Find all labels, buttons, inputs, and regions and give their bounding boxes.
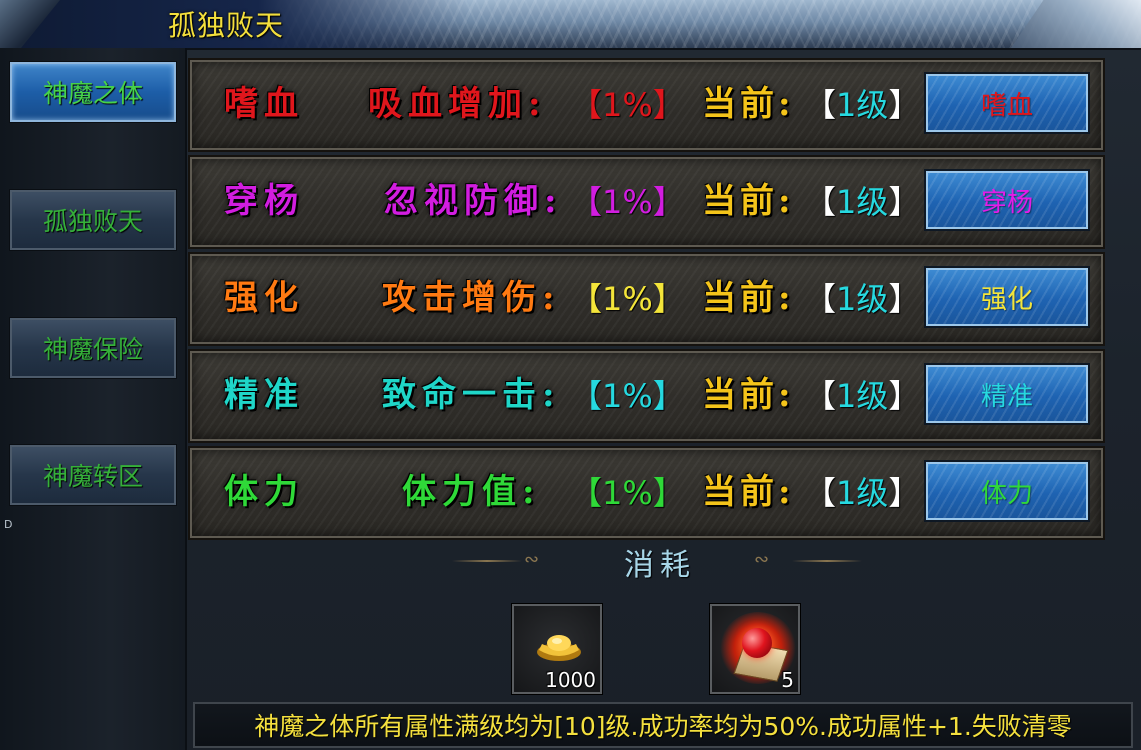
upgrade-button-tili[interactable]: 体力 [924, 460, 1090, 522]
skill-name: 体力 [224, 472, 304, 512]
window-title: 孤独败天 [168, 9, 285, 42]
swirl-ornament-right-icon: ∾ [754, 549, 770, 570]
skill-row-tili: 体力 体力值: 【1%】 当前: 【1级】 体力 [188, 446, 1105, 540]
item-count: 5 [781, 668, 794, 692]
skill-attribute: 攻击增伤: [382, 278, 561, 318]
skill-attribute: 致命一击: [382, 375, 561, 415]
current-level-label: 当前: [702, 84, 795, 124]
current-level-value: 【1级】 [804, 80, 920, 126]
cost-title: 消耗 [624, 548, 696, 583]
bracket-open: 【 [804, 377, 837, 415]
current-level-value: 【1级】 [804, 274, 920, 320]
title-banner: 孤独败天 [0, 0, 1141, 50]
level-number: 1级 [836, 377, 889, 415]
current-level-value: 【1级】 [804, 371, 920, 417]
skill-row-chuanyang: 穿杨 忽视防御: 【1%】 当前: 【1级】 穿杨 [188, 155, 1105, 249]
sidebar-tab-shenmo-body[interactable]: 神魔之体 [9, 61, 177, 123]
skill-name: 嗜血 [224, 84, 304, 124]
current-level-value: 【1级】 [804, 177, 920, 223]
skill-row-shixue: 嗜血 吸血增加: 【1%】 当前: 【1级】 嗜血 [188, 58, 1105, 152]
divider-right [792, 560, 862, 562]
skill-attribute: 吸血增加: [368, 84, 547, 124]
level-number: 1级 [836, 474, 889, 512]
side-marker: D [4, 518, 13, 531]
bracket-close: 】 [888, 280, 921, 318]
skill-row-jingzhun: 精准 致命一击: 【1%】 当前: 【1级】 精准 [188, 349, 1105, 443]
bracket-open: 【 [804, 474, 837, 512]
current-level-label: 当前: [702, 278, 795, 318]
bracket-close: 】 [888, 377, 921, 415]
gold-ingot-icon [537, 635, 581, 661]
level-number: 1级 [836, 280, 889, 318]
banner-ornament-right [1011, 0, 1141, 48]
skill-attribute: 忽视防御: [384, 181, 563, 221]
upgrade-button-chuanyang[interactable]: 穿杨 [924, 169, 1090, 231]
bracket-open: 【 [804, 86, 837, 124]
level-number: 1级 [836, 183, 889, 221]
item-count: 1000 [545, 668, 596, 692]
skill-percent: 【1%】 [570, 280, 685, 318]
swirl-ornament-left-icon: ∾ [524, 549, 540, 570]
rules-note: 神魔之体所有属性满级均为[10]级.成功率均为50%.成功属性+1.失败清零 [193, 702, 1133, 748]
skill-name: 精准 [224, 375, 304, 415]
current-level-label: 当前: [702, 181, 795, 221]
red-gem-icon [742, 628, 772, 658]
cost-item-gold[interactable]: 1000 [511, 603, 603, 695]
skill-attribute: 体力值: [402, 472, 541, 512]
bracket-close: 】 [888, 86, 921, 124]
sidebar-tab-shenmo-insurance[interactable]: 神魔保险 [9, 317, 177, 379]
skill-name: 强化 [224, 278, 304, 318]
skill-percent: 【1%】 [570, 474, 685, 512]
current-level-label: 当前: [702, 375, 795, 415]
current-level-value: 【1级】 [804, 468, 920, 514]
skill-percent: 【1%】 [570, 183, 685, 221]
skill-percent: 【1%】 [570, 86, 685, 124]
sidebar: 神魔之体 孤独败天 神魔保险 神魔转区 [0, 48, 187, 750]
game-window: 孤独败天 神魔之体 孤独败天 神魔保险 神魔转区 D 嗜血 吸血增加: 【1%】… [0, 0, 1141, 750]
upgrade-button-shixue[interactable]: 嗜血 [924, 72, 1090, 134]
sidebar-tab-gudu-baitian[interactable]: 孤独败天 [9, 189, 177, 251]
bracket-close: 】 [888, 183, 921, 221]
skill-name: 穿杨 [224, 181, 304, 221]
divider-left [452, 560, 522, 562]
cost-item-gem[interactable]: 5 [709, 603, 801, 695]
upgrade-button-qianghua[interactable]: 强化 [924, 266, 1090, 328]
skill-percent: 【1%】 [570, 377, 685, 415]
bracket-open: 【 [804, 280, 837, 318]
bracket-close: 】 [888, 474, 921, 512]
sidebar-tab-shenmo-transfer[interactable]: 神魔转区 [9, 444, 177, 506]
level-number: 1级 [836, 86, 889, 124]
upgrade-button-jingzhun[interactable]: 精准 [924, 363, 1090, 425]
current-level-label: 当前: [702, 472, 795, 512]
skill-row-qianghua: 强化 攻击增伤: 【1%】 当前: 【1级】 强化 [188, 252, 1105, 346]
bracket-open: 【 [804, 183, 837, 221]
